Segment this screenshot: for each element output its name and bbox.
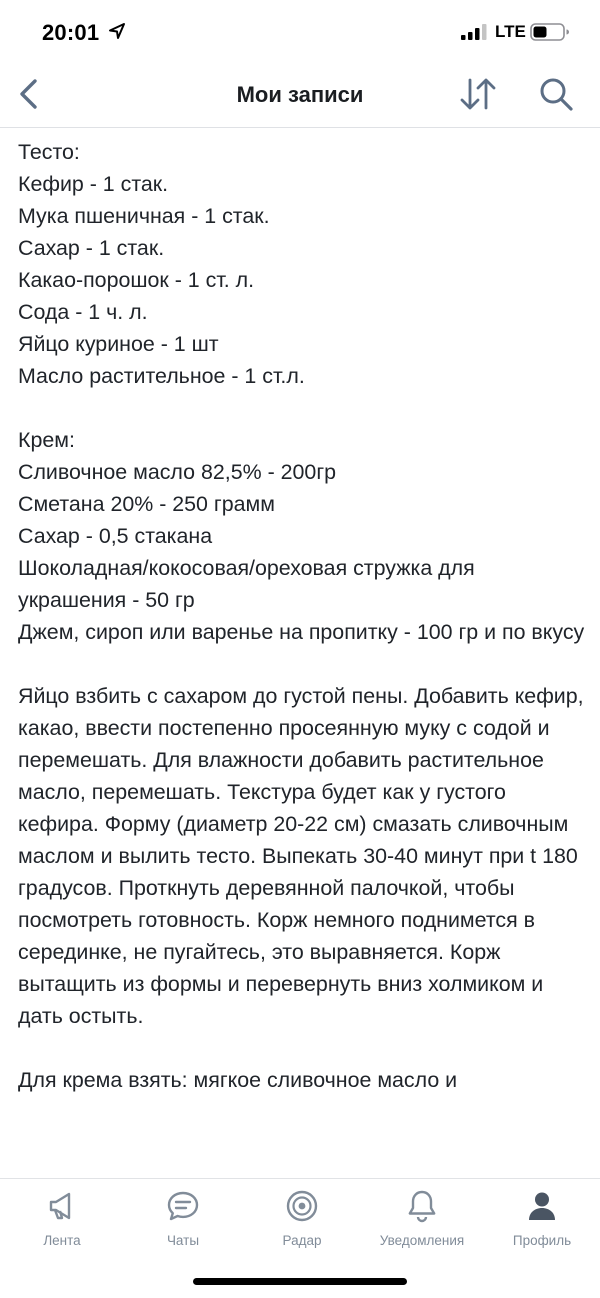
tab-chats-label: Чаты	[166, 1233, 200, 1248]
bell-icon	[408, 1190, 436, 1223]
navigation-bar: Мои записи	[0, 62, 600, 128]
status-time: 20:01	[42, 20, 100, 45]
person-icon	[529, 1192, 555, 1220]
tab-chats[interactable]: Чаты	[123, 1189, 243, 1255]
signal-strength-icon	[461, 24, 487, 40]
sort-arrows-icon[interactable]	[458, 76, 498, 112]
tab-feed-label: Лента	[43, 1233, 81, 1248]
tab-profile[interactable]: Профиль	[482, 1189, 600, 1255]
megaphone-icon	[49, 1192, 71, 1220]
network-type: LTE	[495, 22, 526, 41]
page-title: Мои записи	[236, 82, 364, 107]
status-bar: 20:01 LTE	[0, 0, 600, 62]
tab-radar-label: Радар	[282, 1233, 322, 1248]
tab-feed[interactable]: Лента	[2, 1189, 122, 1255]
radar-icon	[286, 1190, 318, 1222]
search-icon[interactable]	[538, 76, 574, 112]
tab-notifications[interactable]: Уведомления	[362, 1189, 482, 1255]
tab-notifications-label: Уведомления	[379, 1233, 465, 1248]
chat-bubble-icon	[167, 1191, 199, 1221]
location-arrow-icon	[109, 23, 125, 39]
tab-radar[interactable]: Радар	[242, 1189, 362, 1255]
battery-icon	[530, 23, 569, 41]
note-text[interactable]: Тесто: Кефир - 1 стак. Мука пшеничная - …	[18, 136, 588, 1178]
tab-profile-label: Профиль	[512, 1233, 572, 1248]
home-indicator	[193, 1278, 407, 1285]
